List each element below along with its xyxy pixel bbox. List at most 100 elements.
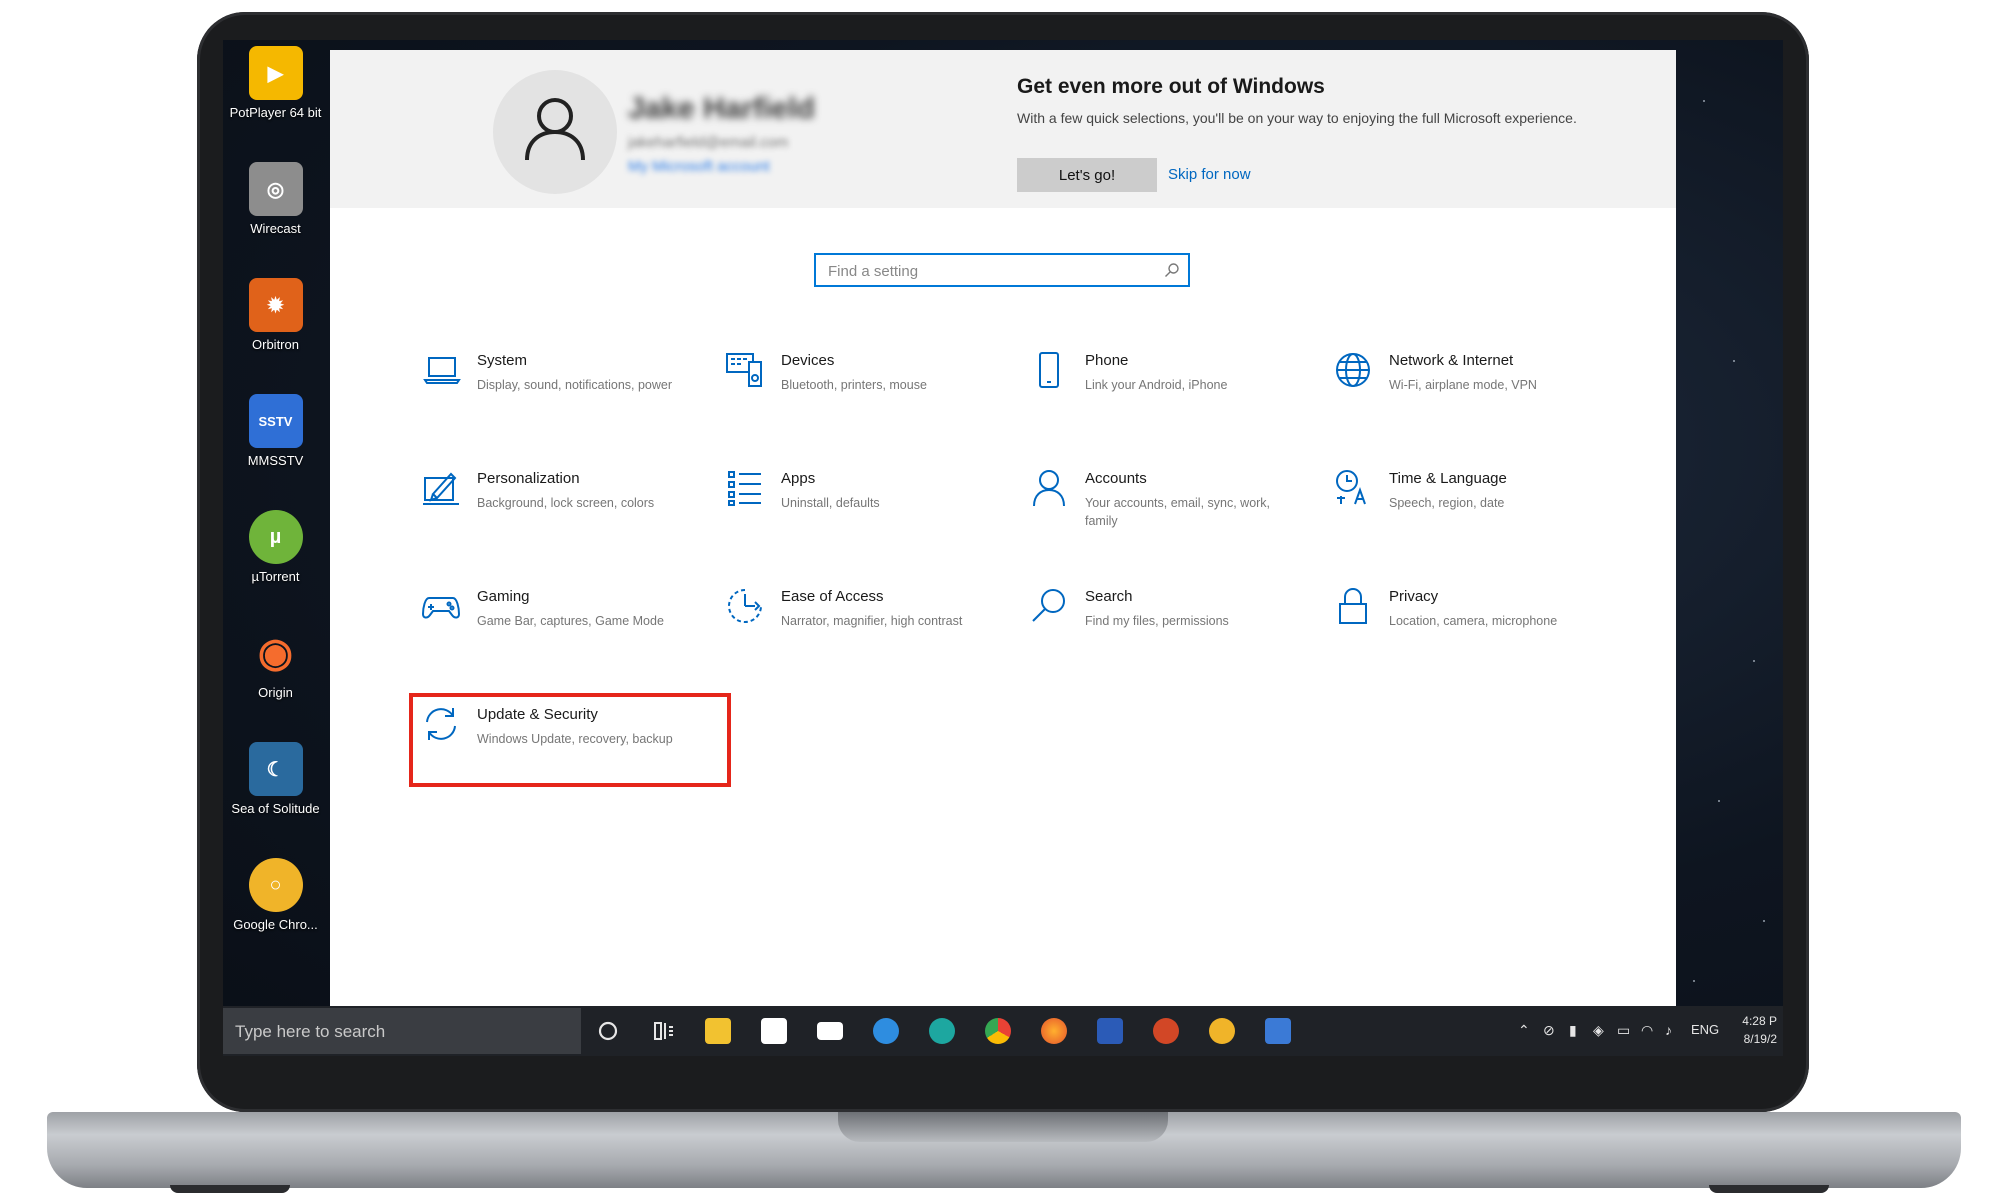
cortana-icon[interactable] — [595, 1018, 621, 1044]
desktop-icon-wirecast[interactable]: ◎ Wirecast — [223, 162, 328, 237]
language-indicator[interactable]: ENG — [1691, 1022, 1719, 1037]
desktop-icon-label: Google Chro... — [233, 917, 318, 932]
desktop-icon-label: Orbitron — [252, 337, 299, 352]
chrome-icon: ○ — [248, 858, 303, 912]
file-explorer-icon[interactable] — [705, 1018, 731, 1044]
tile-time-language[interactable]: Time & Language Speech, region, date — [1315, 468, 1605, 558]
tile-devices[interactable]: Devices Bluetooth, printers, mouse — [707, 350, 997, 440]
tile-network-internet[interactable]: Network & Internet Wi-Fi, airplane mode,… — [1315, 350, 1605, 440]
sea-of-solitude-icon: ☾ — [248, 742, 303, 796]
wifi-icon[interactable]: ◠ — [1641, 1022, 1653, 1039]
utorrent-icon: µ — [248, 510, 303, 564]
tile-title: Gaming — [477, 588, 530, 605]
globe-icon — [1336, 353, 1370, 387]
tile-description: Speech, region, date — [1389, 496, 1505, 510]
desktop-icon-label: Origin — [258, 685, 293, 700]
paint-icon — [423, 472, 459, 505]
chrome-canary-icon[interactable] — [1209, 1018, 1235, 1044]
desktop-icon-utorrent[interactable]: µ µTorrent — [223, 510, 328, 585]
remote-desktop-icon[interactable] — [1265, 1018, 1291, 1044]
tile-ease-of-access[interactable]: Ease of Access Narrator, magnifier, high… — [707, 586, 997, 676]
tile-description: Your accounts, email, sync, work, family — [1085, 496, 1271, 528]
search-magnifier-icon — [1165, 263, 1179, 277]
laptop-icon — [423, 357, 461, 384]
taskbar-search-box[interactable]: Type here to search — [223, 1008, 581, 1054]
tile-description: Narrator, magnifier, high contrast — [781, 614, 963, 628]
tile-gaming[interactable]: Gaming Game Bar, captures, Game Mode — [403, 586, 693, 676]
promo-title: Get even more out of Windows — [1017, 75, 1325, 98]
tile-title: Accounts — [1085, 470, 1147, 487]
desktop-icon-orbitron[interactable]: ✹ Orbitron — [223, 278, 328, 353]
tile-description: Location, camera, microphone — [1389, 614, 1558, 628]
tray-chevron-up-icon[interactable]: ⌃ — [1518, 1022, 1530, 1039]
origin-icon: ◉ — [258, 631, 293, 675]
lock-icon — [1339, 588, 1367, 624]
desktop-icon-label: PotPlayer 64 bit — [229, 105, 322, 120]
tile-title: Network & Internet — [1389, 352, 1514, 369]
desktop-icon-label: MMSSTV — [247, 453, 304, 468]
tile-title: Phone — [1085, 352, 1129, 369]
firefox-icon[interactable] — [1041, 1018, 1067, 1044]
tray-mic-icon[interactable]: ▮ — [1569, 1022, 1577, 1039]
desktop-icon-mmsstv[interactable]: SSTV MMSSTV — [223, 394, 328, 469]
mmsstv-icon: SSTV — [248, 394, 303, 448]
powerpoint-icon[interactable] — [1153, 1018, 1179, 1044]
desktop-icon-origin[interactable]: ◉ Origin — [223, 626, 328, 701]
avatar[interactable] — [493, 70, 617, 194]
find-setting-input[interactable] — [826, 260, 1160, 282]
tile-phone[interactable]: Phone Link your Android, iPhone — [1011, 350, 1301, 440]
task-view-icon[interactable] — [651, 1018, 677, 1044]
person-icon — [1033, 470, 1065, 507]
microsoft-account-link[interactable]: My Microsoft account — [628, 158, 770, 175]
devices-icon — [726, 353, 762, 387]
microsoft-store-icon[interactable] — [761, 1018, 787, 1044]
tile-description: Link your Android, iPhone — [1085, 378, 1228, 392]
word-icon[interactable] — [1097, 1018, 1123, 1044]
settings-header: Jake Harfield jakeharfield@email.com My … — [330, 50, 1676, 208]
laptop-foot-right — [1709, 1185, 1829, 1193]
tile-system[interactable]: System Display, sound, notifications, po… — [403, 350, 693, 440]
edge-icon[interactable] — [873, 1018, 899, 1044]
clock-time: 4:28 P — [1742, 1014, 1777, 1028]
tile-description: Bluetooth, printers, mouse — [781, 378, 927, 392]
chrome-icon[interactable] — [985, 1018, 1011, 1044]
tile-title: Search — [1085, 588, 1133, 605]
tile-description: Background, lock screen, colors — [477, 496, 655, 510]
desktop-icon-sea-of-solitude[interactable]: ☾ Sea of Solitude — [223, 742, 328, 817]
ease-of-access-icon — [728, 589, 762, 623]
star — [1718, 800, 1720, 802]
tile-title: System — [477, 352, 528, 369]
clock-date: 8/19/2 — [1743, 1032, 1777, 1046]
search-icon — [1032, 589, 1065, 622]
mail-icon[interactable] — [817, 1022, 843, 1040]
find-setting-box[interactable] — [814, 253, 1190, 287]
tray-defender-icon[interactable]: ◈ — [1593, 1022, 1604, 1039]
desktop-icon-google-chrome[interactable]: ○ Google Chro... — [223, 858, 328, 933]
taskbar: Type here to search ⌃ ⊘ ▮ ◈ ▭ ◠ ♪ ENG 4:… — [223, 1006, 1783, 1056]
tile-title: Ease of Access — [781, 588, 884, 605]
tile-accounts[interactable]: Accounts Your accounts, email, sync, wor… — [1011, 468, 1301, 558]
star — [1753, 660, 1755, 662]
tile-description: Game Bar, captures, Game Mode — [477, 614, 664, 628]
wirecast-icon: ◎ — [248, 162, 303, 216]
laptop-foot-left — [170, 1185, 290, 1193]
tile-personalization[interactable]: Personalization Background, lock screen,… — [403, 468, 693, 558]
taskbar-search-placeholder: Type here to search — [235, 1022, 386, 1041]
desktop-icon-label: µTorrent — [251, 569, 300, 584]
desktop-icon-potplayer[interactable]: ▶ PotPlayer 64 bit — [223, 46, 328, 121]
skip-for-now-link[interactable]: Skip for now — [1168, 166, 1251, 183]
battery-icon[interactable]: ▭ — [1617, 1022, 1630, 1039]
taskbar-clock[interactable]: 4:28 P 8/19/2 — [1742, 1012, 1777, 1048]
lets-go-button[interactable]: Let's go! — [1017, 158, 1157, 192]
star — [1703, 100, 1705, 102]
screen: ▶ PotPlayer 64 bit ◎ Wirecast ✹ Orbitron… — [223, 40, 1783, 1056]
tile-description: Find my files, permissions — [1085, 614, 1229, 628]
tray-app-icon[interactable]: ⊘ — [1543, 1022, 1555, 1039]
tile-search[interactable]: Search Find my files, permissions — [1011, 586, 1301, 676]
tile-apps[interactable]: Apps Uninstall, defaults — [707, 468, 997, 558]
volume-icon[interactable]: ♪ — [1665, 1022, 1672, 1038]
edge-dev-icon[interactable] — [929, 1018, 955, 1044]
promo-text: With a few quick selections, you'll be o… — [1017, 110, 1577, 126]
star — [1763, 920, 1765, 922]
tile-privacy[interactable]: Privacy Location, camera, microphone — [1315, 586, 1605, 676]
